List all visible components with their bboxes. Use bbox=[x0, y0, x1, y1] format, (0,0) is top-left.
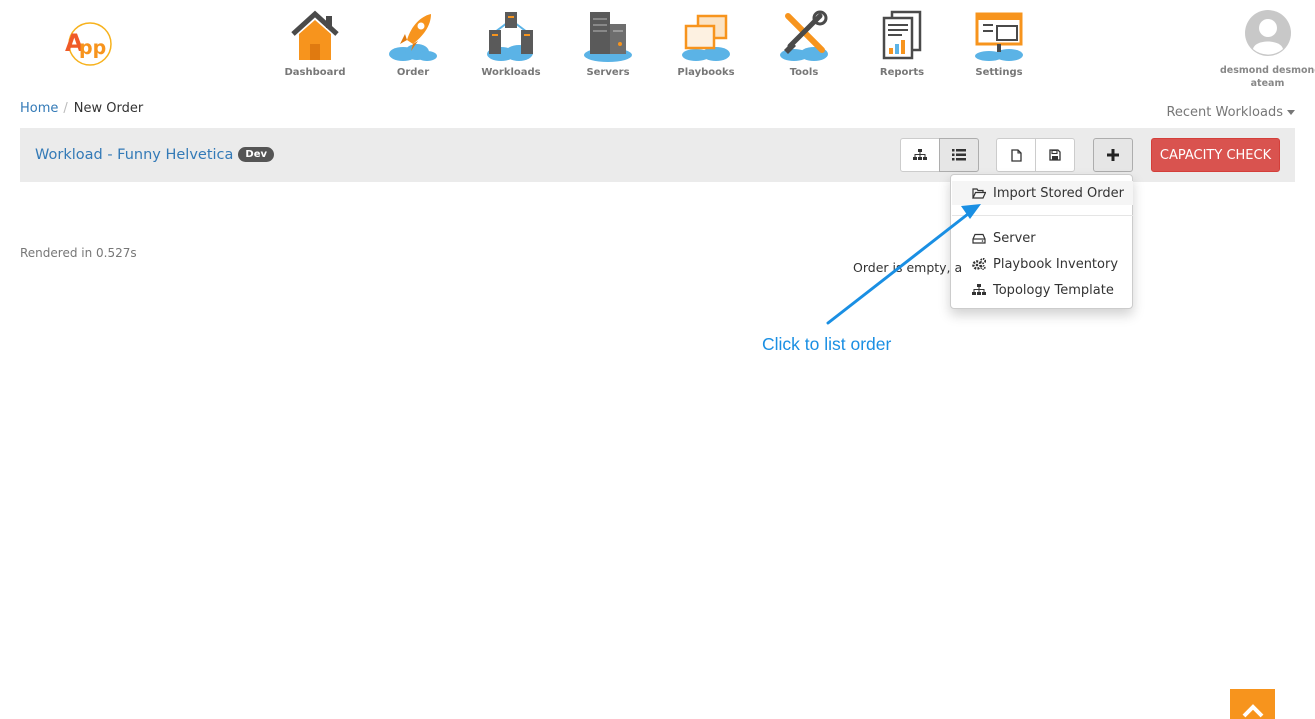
menu-item-label: Topology Template bbox=[993, 282, 1114, 298]
nav-label: Settings bbox=[975, 67, 1023, 78]
rocket-icon bbox=[389, 14, 437, 61]
user-name: desmond desmond bbox=[1220, 65, 1315, 76]
menu-item-topology-template[interactable]: Topology Template bbox=[952, 278, 1133, 302]
top-nav: Dashboard Order Workloads Servers Playbo… bbox=[0, 8, 1315, 88]
nav-label: Dashboard bbox=[284, 67, 346, 78]
nav-playbooks[interactable]: Playbooks bbox=[666, 8, 746, 84]
nav-label: Workloads bbox=[481, 67, 541, 78]
sitemap-icon bbox=[972, 284, 986, 295]
house-icon bbox=[291, 10, 339, 60]
empty-order-message: Order is empty, a bbox=[853, 260, 963, 275]
menu-item-import-stored-order[interactable]: Import Stored Order bbox=[952, 181, 1133, 205]
save-order-button[interactable] bbox=[1035, 138, 1075, 172]
render-time-text: Rendered in 0.527s bbox=[20, 246, 137, 260]
breadcrumb-current: New Order bbox=[73, 101, 144, 116]
add-item-dropdown-menu: Import Stored Order Server Playbook Inve… bbox=[950, 174, 1133, 309]
recent-workloads-label: Recent Workloads bbox=[1166, 105, 1283, 120]
list-icon bbox=[952, 149, 966, 161]
nav-order[interactable]: Order bbox=[373, 8, 453, 84]
nav-workloads[interactable]: Workloads bbox=[471, 8, 551, 84]
nav-label: Reports bbox=[879, 67, 925, 78]
caret-down-icon bbox=[1287, 110, 1295, 115]
add-item-button[interactable] bbox=[1093, 138, 1133, 172]
reports-icon bbox=[882, 10, 922, 60]
tools-icon bbox=[780, 10, 828, 61]
nav-label: Servers bbox=[586, 67, 630, 78]
recent-workloads-dropdown[interactable]: Recent Workloads bbox=[1166, 105, 1295, 120]
nav-dashboard[interactable]: Dashboard bbox=[275, 8, 355, 84]
hdd-icon bbox=[972, 233, 986, 244]
servers-icon bbox=[584, 12, 632, 62]
nav-reports[interactable]: Reports bbox=[862, 8, 942, 84]
environment-badge: Dev bbox=[238, 146, 275, 162]
avatar-icon bbox=[1244, 10, 1291, 56]
nav-settings[interactable]: Settings bbox=[959, 8, 1039, 84]
back-to-top-button[interactable] bbox=[1230, 689, 1275, 719]
nav-servers[interactable]: Servers bbox=[568, 8, 648, 84]
menu-divider bbox=[952, 215, 1133, 216]
file-icon bbox=[1010, 148, 1022, 162]
breadcrumb-home-link[interactable]: Home bbox=[20, 101, 58, 116]
topology-view-button[interactable] bbox=[900, 138, 940, 172]
new-order-button[interactable] bbox=[996, 138, 1036, 172]
nav-tools[interactable]: Tools bbox=[764, 8, 844, 84]
playbooks-icon bbox=[682, 14, 730, 61]
nav-label: Order bbox=[396, 67, 430, 78]
breadcrumb-separator: / bbox=[63, 101, 68, 116]
menu-item-label: Import Stored Order bbox=[993, 185, 1124, 201]
nav-label: Tools bbox=[789, 67, 819, 78]
sitemap-icon bbox=[913, 149, 927, 160]
user-team: ateam bbox=[1250, 78, 1285, 89]
menu-item-server[interactable]: Server bbox=[952, 226, 1133, 250]
user-menu[interactable]: desmond desmond ateam bbox=[1220, 10, 1315, 90]
save-icon bbox=[1049, 149, 1061, 161]
annotation-label: Click to list order bbox=[762, 334, 892, 354]
capacity-check-button[interactable]: CAPACITY CHECK bbox=[1151, 138, 1280, 172]
breadcrumb: Home / New Order bbox=[20, 101, 143, 116]
gears-icon bbox=[972, 258, 986, 270]
chevron-up-icon bbox=[1242, 704, 1263, 718]
menu-item-playbook-inventory[interactable]: Playbook Inventory bbox=[952, 252, 1133, 276]
folder-open-icon bbox=[972, 187, 986, 199]
menu-item-label: Playbook Inventory bbox=[993, 256, 1119, 272]
plus-icon bbox=[1107, 149, 1119, 161]
nav-label: Playbooks bbox=[677, 67, 735, 78]
workloads-icon bbox=[487, 12, 533, 61]
menu-item-label: Server bbox=[993, 230, 1036, 246]
annotation-arrow bbox=[826, 204, 981, 325]
workload-title-link[interactable]: Workload - Funny Helvetica Dev bbox=[35, 146, 275, 163]
settings-icon bbox=[975, 12, 1023, 61]
list-view-button[interactable] bbox=[939, 138, 979, 172]
workload-title: Workload - Funny Helvetica bbox=[35, 147, 234, 163]
